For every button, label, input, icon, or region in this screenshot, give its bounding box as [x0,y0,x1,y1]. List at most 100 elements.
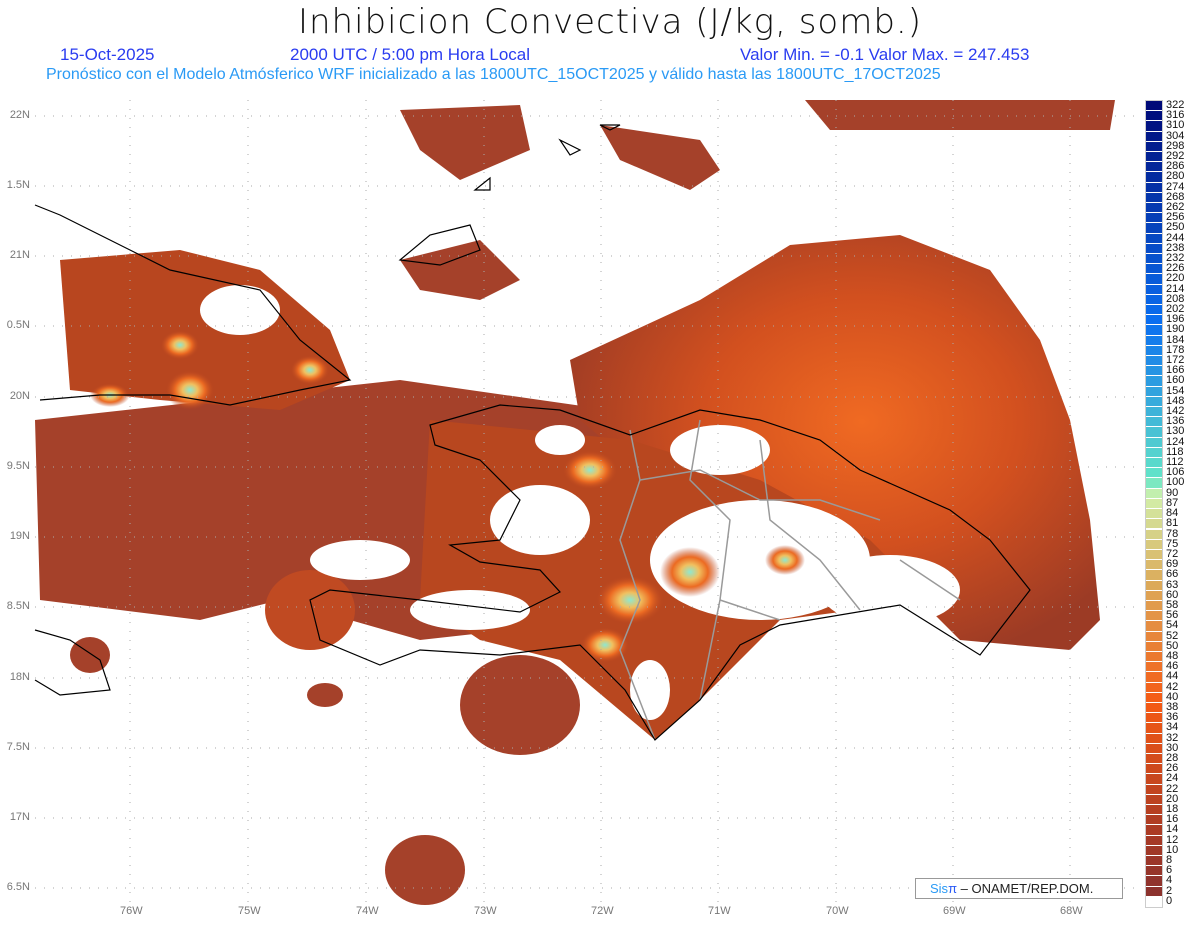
colorbar-swatch [1146,101,1162,112]
colorbar-swatch [1146,478,1162,489]
colorbar-swatch [1146,825,1162,836]
colorbar-swatch [1146,121,1162,132]
lon-label: 76W [120,905,143,917]
lon-label: 68W [1060,905,1083,917]
lat-label: 8.5N [6,600,30,612]
colorbar-swatch [1146,764,1162,775]
colorbar-label: 0 [1166,894,1173,907]
colorbar-swatch [1146,549,1162,561]
colorbar-swatch [1146,396,1162,408]
lat-label: 18N [9,671,30,683]
lat-label: 17N [9,811,30,823]
lat-label: 19N [9,530,30,542]
colorbar-swatch [1146,407,1162,418]
lon-label: 73W [474,905,497,917]
colorbar-swatch [1146,437,1162,448]
colorbar-swatch [1146,233,1162,244]
colorbar-swatch [1146,468,1162,479]
colorbar-swatch [1146,243,1162,255]
colorbar-swatch [1146,294,1162,306]
colorbar-swatch [1146,335,1162,346]
colorbar-swatch [1146,876,1162,887]
lon-label: 70W [826,905,849,917]
colorbar-swatch [1146,621,1162,632]
lon-label: 69W [943,905,966,917]
colorbar-swatch [1146,866,1162,877]
colorbar-swatch [1146,774,1162,785]
colorbar-swatch [1146,417,1162,428]
colorbar-swatch [1146,886,1162,897]
colorbar-swatch [1146,162,1162,173]
credit-logo: Sisπ – ONAMET/REP.DOM. [915,878,1123,899]
colorbar-swatch [1146,529,1162,540]
logo-pi: π [948,881,958,896]
lat-label: 6.5N [6,881,30,893]
colorbar-swatch [1146,651,1162,663]
lat-label: 21N [9,249,30,261]
colorbar-swatch [1146,254,1162,265]
colorbar-swatch [1146,702,1162,714]
lon-label: 74W [356,905,379,917]
colorbar-swatch [1146,284,1162,295]
colorbar-swatch [1146,743,1162,754]
lat-label: 20N [9,390,30,402]
colorbar-swatch [1146,845,1162,856]
colorbar-swatch [1146,447,1162,459]
colorbar-swatch [1146,835,1162,846]
colorbar-swatch [1146,427,1162,438]
colorbar-swatch [1146,223,1162,234]
colorbar-swatch [1146,672,1162,683]
lon-label: 75W [238,905,261,917]
colorbar-swatch [1146,723,1162,734]
colorbar-swatch [1146,590,1162,601]
colorbar-swatch [1146,896,1162,907]
lat-label: 22N [9,109,30,121]
colorbar-swatch [1146,498,1162,510]
colorbar-swatch [1146,692,1162,703]
colorbar-swatch [1146,315,1162,326]
colorbar-swatch [1146,182,1162,193]
colorbar-swatch [1146,356,1162,367]
lat-label: 7.5N [6,741,30,753]
lat-label: 1.5N [6,179,30,191]
colorbar-swatch [1146,662,1162,673]
colorbar-swatch [1146,855,1162,867]
colorbar-swatch [1146,345,1162,357]
lat-label: 9.5N [6,460,30,472]
colorbar-swatch [1146,804,1162,816]
colorbar-swatch [1146,488,1162,499]
colorbar-swatch [1146,386,1162,397]
colorbar-swatch [1146,192,1162,203]
colorbar-swatch [1146,641,1162,652]
colorbar-swatch [1146,733,1162,744]
colorbar-swatch [1146,376,1162,387]
logo-credit: – ONAMET/REP.DOM. [960,881,1094,896]
colorbar-swatch [1146,713,1162,724]
colorbar-swatch [1146,519,1162,530]
colorbar-swatch [1146,274,1162,285]
colorbar-swatch [1146,815,1162,826]
colorbar-swatch [1146,539,1162,550]
colorbar-swatch [1146,600,1162,612]
colorbar-swatch [1146,111,1162,122]
colorbar-swatch [1146,305,1162,316]
colorbar [1145,100,1163,908]
colorbar-swatch [1146,560,1162,571]
colorbar-swatch [1146,366,1162,377]
colorbar-swatch [1146,131,1162,142]
colorbar-swatch [1146,794,1162,805]
colorbar-swatch [1146,203,1162,214]
colorbar-swatch [1146,611,1162,622]
colorbar-swatch [1146,264,1162,275]
lon-label: 72W [591,905,614,917]
lon-label: 71W [708,905,731,917]
colorbar-swatch [1146,580,1162,591]
cin-map [34,100,1135,905]
colorbar-swatch [1146,213,1162,224]
colorbar-swatch [1146,458,1162,469]
logo-brand: Sis [930,881,949,896]
colorbar-swatch [1146,172,1162,183]
colorbar-swatch [1146,784,1162,795]
lat-label: 0.5N [6,319,30,331]
colorbar-swatch [1146,509,1162,520]
